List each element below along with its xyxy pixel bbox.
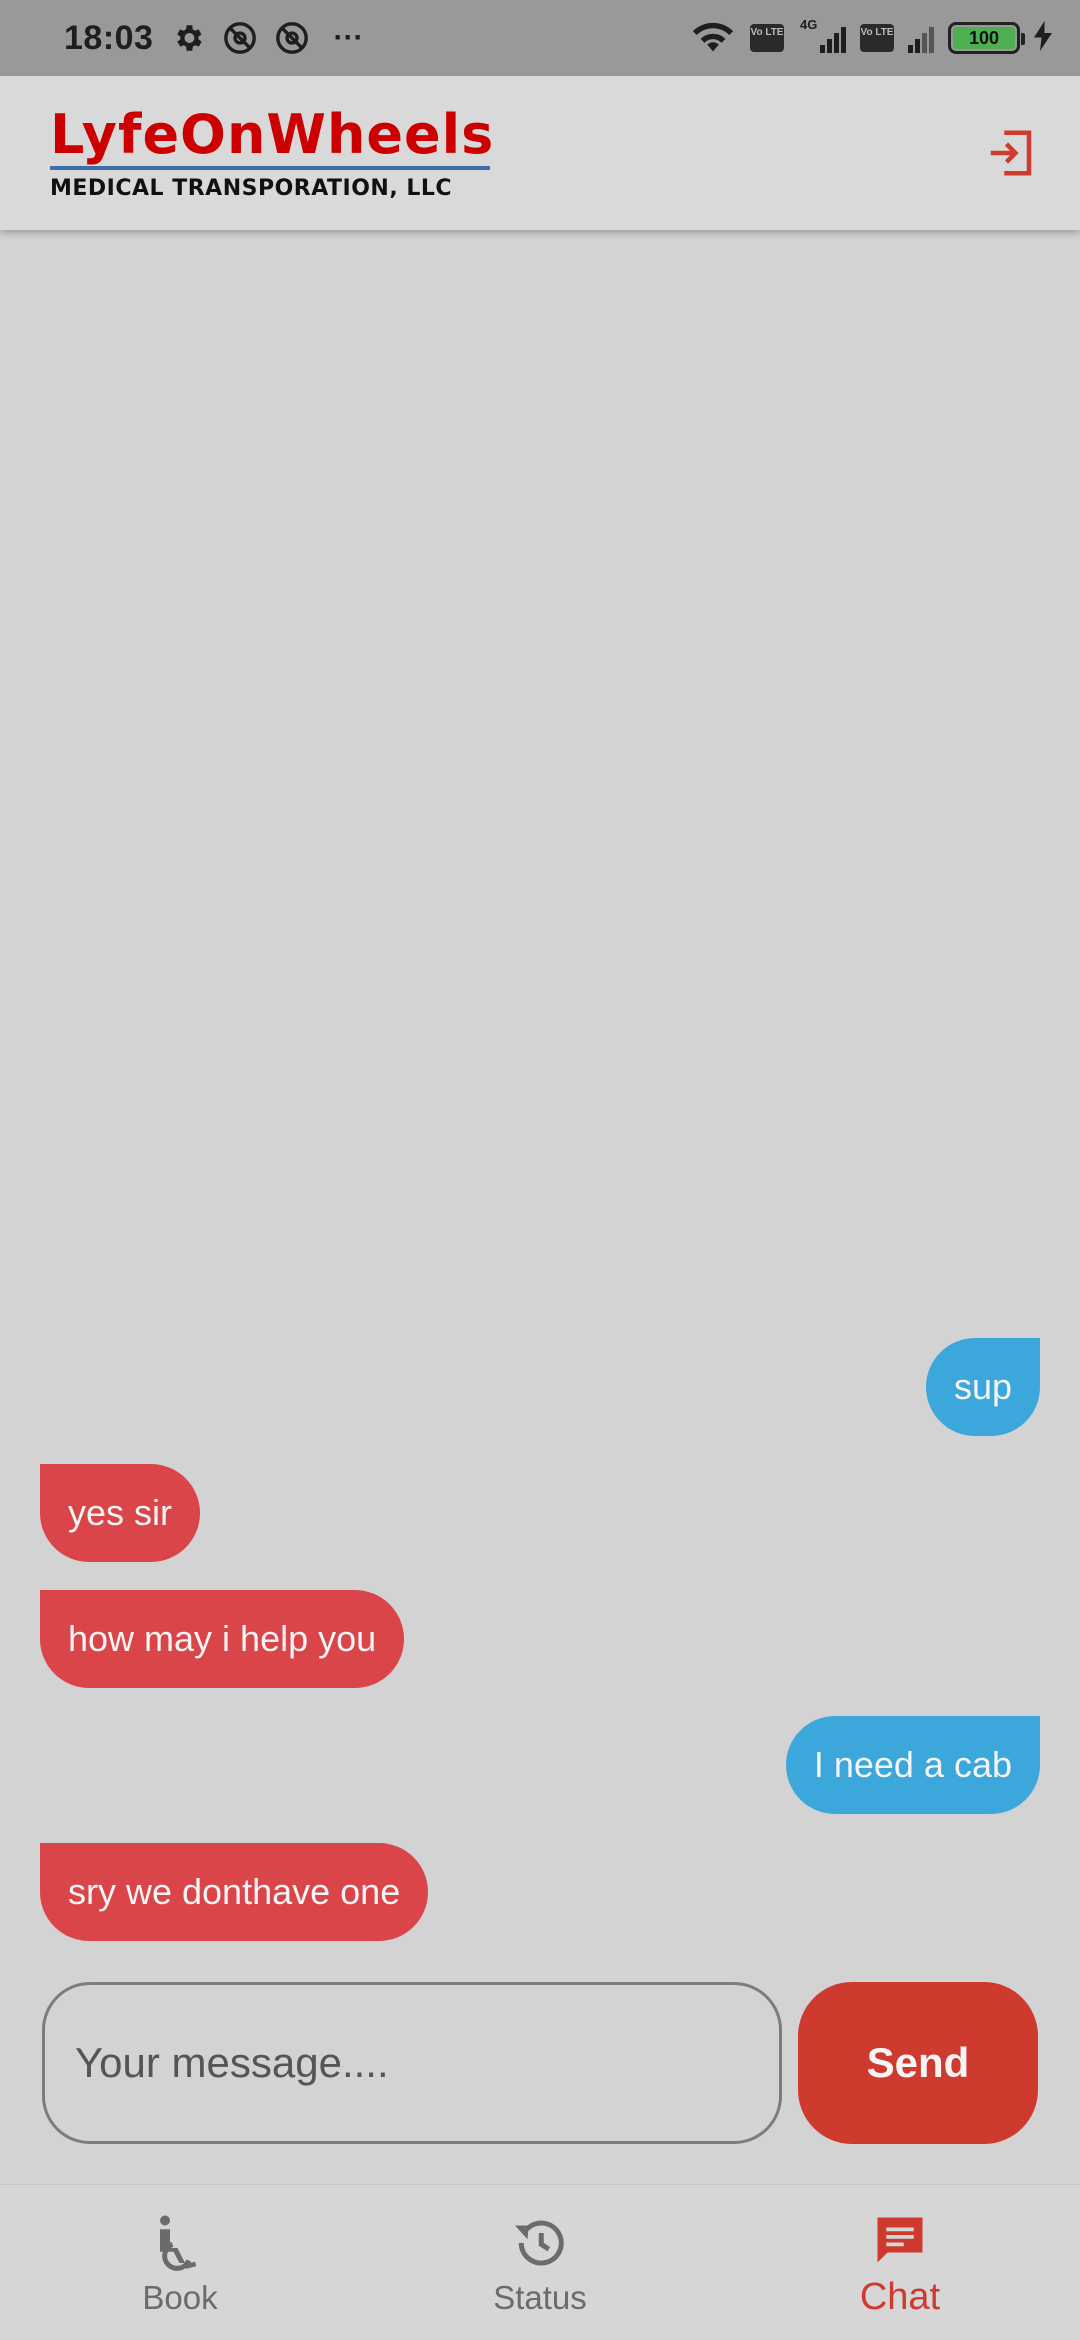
wifi-icon — [690, 18, 736, 59]
signal-icon — [908, 23, 934, 53]
message-incoming: yes sir — [40, 1464, 201, 1562]
logo-divider — [50, 166, 490, 170]
battery-level: 100 — [953, 27, 1015, 49]
message-outgoing: I need a cab — [785, 1716, 1040, 1814]
network-type-label: 4G — [800, 17, 818, 32]
battery-icon: 100 — [948, 22, 1025, 54]
wheelchair-icon — [149, 2209, 211, 2273]
charging-icon — [1034, 20, 1052, 56]
message-input[interactable] — [42, 1982, 782, 2144]
at-sign-icon — [223, 21, 257, 55]
status-bar: 18:03 ··· Vo LTE 4G Vo LTE 100 — [0, 0, 1080, 76]
signal-icon: 4G — [798, 17, 846, 53]
status-time: 18:03 — [64, 18, 154, 57]
message-incoming: sry we donthave one — [40, 1843, 429, 1941]
nav-item-status[interactable]: Status — [360, 2185, 720, 2340]
logout-icon — [990, 130, 1032, 176]
bottom-nav: Book Status Chat — [0, 2184, 1080, 2340]
nav-item-book[interactable]: Book — [0, 2185, 360, 2340]
nav-item-chat[interactable]: Chat — [720, 2185, 1080, 2340]
nav-label-book: Book — [142, 2278, 218, 2316]
logo-title: LyfeOnWheels — [50, 103, 495, 166]
nav-label-chat: Chat — [859, 2276, 941, 2318]
app-header: LyfeOnWheels MEDICAL TRANSPORATION, LLC — [0, 76, 1080, 230]
logo-subtitle: MEDICAL TRANSPORATION, LLC — [50, 176, 453, 201]
send-button[interactable]: Send — [798, 1982, 1038, 2144]
message-outgoing: sup — [925, 1338, 1040, 1436]
message-incoming: how may i help you — [40, 1590, 405, 1688]
chat-icon — [869, 2206, 931, 2270]
logout-button[interactable] — [982, 124, 1040, 182]
at-sign-icon — [275, 21, 309, 55]
settings-icon — [171, 21, 205, 55]
nav-label-status: Status — [493, 2278, 587, 2316]
more-icon: ··· — [333, 21, 364, 54]
status-indicators: Vo LTE 4G Vo LTE 100 — [690, 0, 1052, 76]
volte-icon: Vo LTE — [750, 24, 784, 52]
app-logo: LyfeOnWheels MEDICAL TRANSPORATION, LLC — [50, 106, 510, 206]
volte-icon: Vo LTE — [860, 24, 894, 52]
history-icon — [509, 2209, 571, 2273]
